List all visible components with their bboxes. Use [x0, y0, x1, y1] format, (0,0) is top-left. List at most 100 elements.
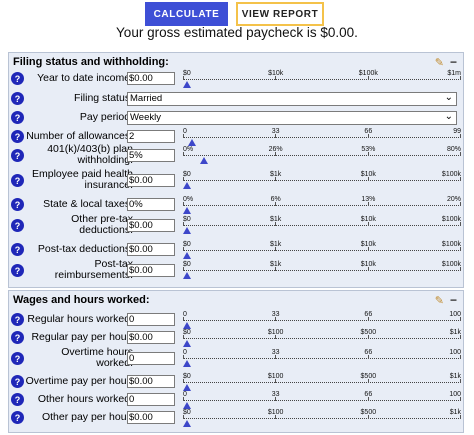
filing-field-slider[interactable]: $0 $1k $10k $100k — [183, 241, 461, 261]
help-icon[interactable]: ? — [11, 72, 24, 85]
wages-field-input[interactable]: $0.00 — [127, 331, 175, 344]
slider-tickmarks — [183, 317, 461, 322]
wages-field-label: Other hours worked: — [37, 393, 133, 405]
help-icon[interactable]: ? — [11, 149, 24, 162]
slider-thumb[interactable] — [183, 207, 191, 214]
wages-field-slider[interactable]: 0 33 66 100 — [183, 349, 461, 369]
slider-tickmark — [367, 335, 369, 339]
wages-field-input[interactable]: $0.00 — [127, 411, 175, 424]
help-icon[interactable]: ? — [11, 331, 24, 344]
wages-field-slider[interactable]: $0 $100 $500 $1k — [183, 329, 461, 349]
slider-tickmark — [460, 76, 461, 80]
slider-thumb[interactable] — [183, 340, 191, 347]
slider-tickmark — [367, 397, 369, 401]
slider-thumb[interactable] — [183, 227, 191, 234]
slider-tickmark — [460, 317, 461, 321]
filing-field-input[interactable]: 5% — [127, 149, 175, 162]
filing-field-select[interactable]: Weekly ⌄ — [127, 111, 457, 125]
filing-field-slider[interactable]: $0 $1k $10k $100k — [183, 216, 461, 236]
help-icon[interactable]: ? — [11, 111, 24, 124]
help-icon[interactable]: ? — [11, 198, 24, 211]
slider-tickmark — [460, 379, 461, 383]
slider-thumb[interactable] — [183, 182, 191, 189]
slider-tickmark — [367, 379, 369, 383]
wages-field-slider[interactable]: $0 $100 $500 $1k — [183, 409, 461, 429]
chevron-down-icon: ⌄ — [444, 111, 453, 122]
wages-field-input[interactable]: 0 — [127, 313, 175, 326]
pencil-icon[interactable]: ✎ — [435, 294, 444, 307]
wages-field-slider[interactable]: $0 $100 $500 $1k — [183, 373, 461, 393]
filing-field-input[interactable]: $0.00 — [127, 72, 175, 85]
filing-field-slider[interactable]: $0 $10k $100k $1m — [183, 70, 461, 90]
filing-field-row: ? Employee paid health insurance: $0.00 $0 $… — [9, 169, 465, 191]
filing-field-input[interactable]: $0.00 — [127, 174, 175, 187]
help-icon[interactable]: ? — [11, 130, 24, 143]
wages-section: Wages and hours worked: ✎ − ? Regular hou… — [8, 290, 464, 433]
slider-thumb[interactable] — [183, 384, 191, 391]
wages-field-input[interactable]: 0 — [127, 393, 175, 406]
slider-thumb[interactable] — [199, 157, 208, 164]
slider-tickmark — [367, 76, 369, 80]
help-icon[interactable]: ? — [11, 243, 24, 256]
help-icon[interactable]: ? — [11, 219, 24, 232]
slider-thumb[interactable] — [183, 81, 191, 88]
wages-field-label: Other pay per hour: — [41, 411, 133, 423]
slider-tickmarks — [183, 177, 461, 182]
wages-field-input[interactable]: 0 — [127, 352, 175, 365]
help-icon[interactable]: ? — [11, 264, 24, 277]
view-report-button[interactable]: VIEW REPORT — [236, 2, 324, 26]
help-icon[interactable]: ? — [11, 174, 24, 187]
slider-tickmark — [183, 317, 184, 321]
wages-field-slider[interactable]: 0 33 66 100 — [183, 391, 461, 411]
slider-tickmark — [367, 247, 369, 251]
help-icon[interactable]: ? — [11, 375, 24, 388]
slider-tickmark — [460, 397, 461, 401]
slider-tickmark — [183, 222, 184, 226]
help-icon[interactable]: ? — [11, 92, 24, 105]
slider-tickmark — [183, 247, 184, 251]
filing-section-header: Filing status and withholding: ✎ − — [9, 53, 463, 71]
filing-field-slider[interactable]: $0 $1k $10k $100k — [183, 261, 461, 281]
wages-field-input[interactable]: $0.00 — [127, 375, 175, 388]
slider-tickmark — [367, 355, 369, 359]
collapse-icon[interactable]: − — [450, 55, 457, 69]
filing-field-row: ? Post-tax reimbursements: $0.00 $0 $1k $10k $… — [9, 259, 465, 281]
slider-thumb[interactable] — [183, 272, 191, 279]
filing-field-row: ? Year to date income: $0.00 $0 $10k $100k $1m — [9, 70, 465, 90]
filing-field-slider[interactable]: $0 $1k $10k $100k — [183, 171, 461, 191]
slider-tickmark — [183, 415, 184, 419]
help-icon[interactable]: ? — [11, 313, 24, 326]
filing-field-label: Post-tax deductions: — [37, 243, 133, 255]
filing-field-select[interactable]: Married ⌄ — [127, 92, 457, 106]
wages-field-row: ? Overtime hours worked: 0 0 33 66 100 — [9, 346, 465, 369]
filing-field-input[interactable]: 2 — [127, 130, 175, 143]
help-icon[interactable]: ? — [11, 393, 24, 406]
wages-section-header: Wages and hours worked: ✎ − — [9, 291, 463, 309]
wages-field-slider[interactable]: 0 33 66 100 — [183, 311, 461, 331]
help-icon[interactable]: ? — [11, 411, 24, 424]
slider-tickmark — [183, 355, 184, 359]
help-icon[interactable]: ? — [11, 352, 24, 365]
filing-field-slider[interactable]: 0% 26% 53% 80% — [183, 146, 461, 166]
slider-tickmark — [460, 247, 461, 251]
filing-field-input[interactable]: $0.00 — [127, 264, 175, 277]
collapse-icon[interactable]: − — [450, 293, 457, 307]
slider-thumb[interactable] — [183, 420, 191, 427]
slider-thumb[interactable] — [183, 402, 191, 409]
select-value: Weekly — [130, 112, 161, 123]
calculate-button[interactable]: CALCULATE — [145, 2, 228, 26]
slider-thumb[interactable] — [183, 322, 191, 329]
slider-thumb[interactable] — [183, 252, 191, 259]
slider-tickmark — [460, 267, 461, 271]
filing-field-input[interactable]: 0% — [127, 198, 175, 211]
filing-field-row: ? Other pre-tax deductions: $0.00 $0 $1k $10k… — [9, 214, 465, 236]
pencil-icon[interactable]: ✎ — [435, 56, 444, 69]
slider-tickmark — [183, 134, 184, 138]
wages-field-label: Overtime hours worked: — [61, 346, 133, 369]
filing-field-input[interactable]: $0.00 — [127, 243, 175, 256]
slider-tickmark — [275, 355, 277, 359]
slider-thumb[interactable] — [183, 360, 191, 367]
slider-tickmark — [367, 267, 369, 271]
filing-field-slider[interactable]: 0% 6% 13% 20% — [183, 196, 461, 216]
filing-field-input[interactable]: $0.00 — [127, 219, 175, 232]
